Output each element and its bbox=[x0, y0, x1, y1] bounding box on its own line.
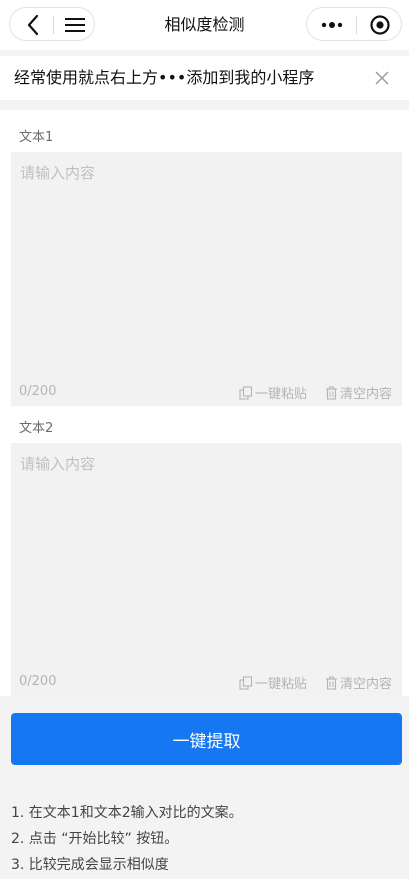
instructions-list: 1. 在文本1和文本2输入对比的文案。 2. 点击 “开始比较” 按钮。 3. … bbox=[11, 800, 243, 878]
text2-input[interactable]: 请输入内容 0/200 一键粘贴 清空内容 bbox=[11, 443, 402, 696]
chevron-left-icon bbox=[27, 14, 39, 36]
text2-paste-button[interactable]: 一键粘贴 bbox=[239, 673, 307, 692]
capsule-divider bbox=[53, 16, 54, 34]
text2-char-counter: 0/200 bbox=[19, 674, 57, 689]
more-dots-icon bbox=[321, 22, 343, 28]
instruction-item: 3. 比较完成会显示相似度 bbox=[11, 857, 169, 873]
text2-panel: 文本2 请输入内容 0/200 一键粘贴 清空内容 bbox=[0, 406, 409, 696]
back-button[interactable] bbox=[18, 11, 48, 39]
text2-clear-label: 清空内容 bbox=[340, 677, 393, 692]
banner-close-button[interactable] bbox=[370, 66, 394, 90]
copy-icon bbox=[239, 385, 253, 400]
banner-text: 经常使用就点右上方•••添加到我的小程序 bbox=[14, 68, 315, 87]
text1-placeholder: 请输入内容 bbox=[20, 164, 96, 182]
instruction-item: 1. 在文本1和文本2输入对比的文案。 bbox=[11, 805, 243, 821]
text1-input[interactable]: 请输入内容 0/200 一键粘贴 清空内容 bbox=[11, 152, 402, 406]
right-capsule bbox=[306, 7, 402, 41]
more-button[interactable] bbox=[313, 11, 351, 39]
text1-label: 文本1 bbox=[19, 130, 54, 145]
capsule-divider bbox=[356, 16, 357, 34]
left-capsule bbox=[9, 7, 95, 41]
text1-clear-button[interactable]: 清空内容 bbox=[325, 383, 392, 402]
hamburger-icon bbox=[65, 18, 85, 32]
trash-icon bbox=[326, 386, 337, 400]
menu-button[interactable] bbox=[60, 11, 90, 39]
text1-clear-label: 清空内容 bbox=[340, 387, 393, 402]
exit-miniprogram-button[interactable] bbox=[365, 11, 395, 39]
copy-icon bbox=[239, 675, 253, 690]
text2-paste-label: 一键粘贴 bbox=[255, 677, 308, 692]
trash-icon bbox=[326, 676, 337, 690]
text1-char-counter: 0/200 bbox=[19, 384, 57, 399]
text2-label: 文本2 bbox=[19, 421, 54, 436]
add-to-miniprogram-banner: 经常使用就点右上方•••添加到我的小程序 bbox=[0, 56, 409, 100]
page-title: 相似度检测 bbox=[164, 15, 245, 34]
instruction-item: 2. 点击 “开始比较” 按钮。 bbox=[11, 831, 179, 847]
text1-paste-label: 一键粘贴 bbox=[255, 387, 308, 402]
text1-panel: 文本1 请输入内容 0/200 一键粘贴 清空内容 bbox=[0, 110, 409, 406]
text2-placeholder: 请输入内容 bbox=[20, 455, 96, 473]
text1-paste-button[interactable]: 一键粘贴 bbox=[239, 383, 307, 402]
close-icon bbox=[375, 71, 389, 85]
target-circle-icon bbox=[370, 15, 390, 35]
text2-clear-button[interactable]: 清空内容 bbox=[325, 673, 392, 692]
extract-button[interactable]: 一键提取 bbox=[11, 713, 402, 765]
nav-bar: 相似度检测 bbox=[0, 0, 409, 50]
